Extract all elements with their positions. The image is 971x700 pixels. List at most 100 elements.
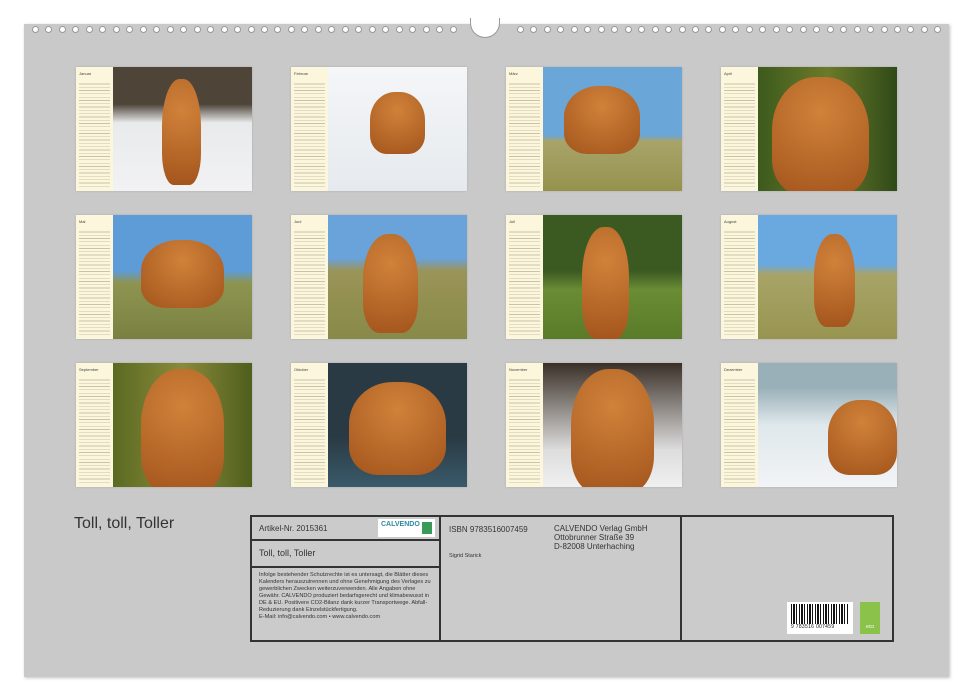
article-number: Artikel-Nr. 2015361 xyxy=(259,524,328,533)
dog-photo xyxy=(543,363,682,487)
product-title: Toll, toll, Toller xyxy=(252,541,439,568)
binding-hole xyxy=(920,26,928,33)
month-label: Juli xyxy=(509,219,516,224)
binding-hole xyxy=(665,26,673,33)
month-label: April xyxy=(724,71,733,76)
binding-hole xyxy=(705,26,713,33)
binding-hole xyxy=(287,26,295,33)
binding-hole xyxy=(638,26,646,33)
month-label: März xyxy=(509,71,518,76)
month-thumbnail-januar: Januar xyxy=(76,67,252,191)
month-thumbnail-august: August xyxy=(721,215,897,339)
binding-hole xyxy=(516,26,524,33)
date-strip: September xyxy=(76,363,113,487)
binding-hole xyxy=(382,26,390,33)
binding-hole xyxy=(45,26,53,33)
month-label: August xyxy=(724,219,737,224)
dog-photo xyxy=(328,67,467,191)
binding-hole xyxy=(611,26,619,33)
binding-hole xyxy=(934,26,942,33)
binding-hole xyxy=(301,26,309,33)
month-thumbnail-oktober: Oktober xyxy=(291,363,467,487)
binding-hole xyxy=(557,26,565,33)
dog-photo xyxy=(543,67,682,191)
binding-hole xyxy=(597,26,605,33)
month-thumbnail-februar: Februar xyxy=(291,67,467,191)
binding-hole xyxy=(840,26,848,33)
binding-hole xyxy=(368,26,376,33)
month-thumbnail-september: September xyxy=(76,363,252,487)
dog-photo xyxy=(113,215,252,339)
binding-hole xyxy=(853,26,861,33)
binding-hole xyxy=(691,26,699,33)
month-thumbnail-märz: März xyxy=(506,67,682,191)
binding-hole xyxy=(530,26,538,33)
date-strip: Oktober xyxy=(291,363,328,487)
date-strip: Januar xyxy=(76,67,113,191)
binding-hole xyxy=(543,26,551,33)
binding-hole xyxy=(799,26,807,33)
month-label: Dezember xyxy=(724,367,743,372)
binding-hole xyxy=(624,26,632,33)
binding-hole xyxy=(409,26,417,33)
binding-hole xyxy=(436,26,444,33)
binding-hole xyxy=(651,26,659,33)
binding-hole xyxy=(678,26,686,33)
date-strip: November xyxy=(506,363,543,487)
month-label: Juni xyxy=(294,219,302,224)
dog-photo xyxy=(758,67,897,191)
dog-photo xyxy=(328,363,467,487)
eco-leaf-icon: eco xyxy=(860,602,880,634)
binding-hole xyxy=(880,26,888,33)
binding-hole xyxy=(72,26,80,33)
binding-hole xyxy=(341,26,349,33)
binding-hole xyxy=(220,26,228,33)
legal-text: Infolge bestehender Schutzrechte ist es … xyxy=(259,572,431,613)
binding-hole xyxy=(247,26,255,33)
binding-hole xyxy=(718,26,726,33)
dog-photo xyxy=(758,363,897,487)
calendar-title: Toll, toll, Toller xyxy=(74,515,175,532)
binding-hole xyxy=(813,26,821,33)
contact-text: E-Mail: info@calvendo.com • www.calvendo… xyxy=(259,613,381,620)
date-strip: April xyxy=(721,67,758,191)
binding-hole xyxy=(314,26,322,33)
binding-hole xyxy=(422,26,430,33)
binding-hole xyxy=(786,26,794,33)
month-label: Oktober xyxy=(294,367,309,372)
dog-photo xyxy=(113,67,252,191)
binding-hole xyxy=(907,26,915,33)
month-label: November xyxy=(509,367,528,372)
date-strip: Mai xyxy=(76,215,113,339)
date-strip: Juli xyxy=(506,215,543,339)
binding-hole xyxy=(153,26,161,33)
publisher-address: CALVENDO Verlag GmbH Ottobrunner Straße 3… xyxy=(554,524,648,552)
binding-hole xyxy=(85,26,93,33)
month-thumbnail-november: November xyxy=(506,363,682,487)
binding-hole xyxy=(759,26,767,33)
date-strip: Februar xyxy=(291,67,328,191)
binding-hole xyxy=(826,26,834,33)
dog-photo xyxy=(113,363,252,487)
month-thumbnail-mai: Mai xyxy=(76,215,252,339)
info-box: Artikel-Nr. 2015361 CALVENDO Toll, toll,… xyxy=(250,515,894,642)
month-thumbnail-dezember: Dezember xyxy=(721,363,897,487)
month-label: September xyxy=(79,367,99,372)
binding-hole xyxy=(355,26,363,33)
binding-hole xyxy=(126,26,134,33)
month-label: Februar xyxy=(294,71,309,76)
date-strip: Juni xyxy=(291,215,328,339)
month-label: Januar xyxy=(79,71,92,76)
date-strip: März xyxy=(506,67,543,191)
binding-hole xyxy=(193,26,201,33)
binding-hole xyxy=(328,26,336,33)
calvendo-logo: CALVENDO xyxy=(378,519,435,537)
binding-hole xyxy=(274,26,282,33)
binding-hole xyxy=(112,26,120,33)
binding-hole xyxy=(732,26,740,33)
month-thumbnail-juni: Juni xyxy=(291,215,467,339)
binding-hole xyxy=(449,26,457,33)
binding-hole xyxy=(180,26,188,33)
month-thumbnail-juli: Juli xyxy=(506,215,682,339)
binding-hole xyxy=(894,26,901,33)
